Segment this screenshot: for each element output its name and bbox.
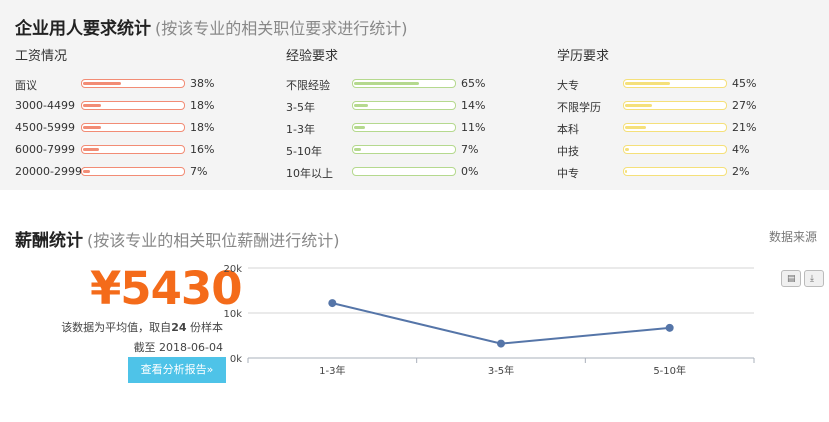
stat-bar-fill — [625, 126, 646, 129]
stats-column-education: 学历要求 大专 45% 不限学历 27% 本科 21% 中技 4% 中专 2% — [557, 48, 807, 183]
stat-label: 20000-29999 — [15, 165, 89, 178]
stat-bar — [623, 123, 727, 132]
stat-label: 本科 — [557, 123, 579, 136]
stat-row: 5-10年 7% — [286, 139, 536, 161]
stat-bar-fill — [83, 170, 90, 173]
stat-bar-fill — [625, 104, 652, 107]
stat-bar — [352, 145, 456, 154]
stat-bar — [352, 123, 456, 132]
x-tick-label: 1-3年 — [319, 364, 345, 377]
stat-bar — [81, 167, 185, 176]
stat-label: 3000-4499 — [15, 99, 75, 112]
stat-row: 6000-7999 16% — [15, 139, 265, 161]
stat-row: 不限学历 27% — [557, 95, 807, 117]
page-title: 企业用人要求统计 (按该专业的相关职位要求进行统计) — [15, 14, 408, 39]
stat-percent: 14% — [461, 99, 486, 112]
stat-label: 6000-7999 — [15, 143, 75, 156]
salary-panel: 薪酬统计 (按该专业的相关职位薪酬进行统计) 数据来源 ¥5430 该数据为平均值… — [0, 212, 829, 422]
stat-percent: 0% — [461, 165, 479, 178]
stat-percent: 2% — [732, 165, 750, 178]
stat-bar — [352, 79, 456, 88]
stat-row: 不限经验 65% — [286, 73, 536, 95]
stat-bar — [352, 101, 456, 110]
stat-row: 中技 4% — [557, 139, 807, 161]
stat-label: 中技 — [557, 145, 579, 158]
y-tick-label: 0k — [230, 354, 242, 365]
y-tick-label: 20k — [223, 264, 242, 275]
stat-label: 5-10年 — [286, 145, 322, 158]
stat-label: 3-5年 — [286, 101, 315, 114]
stat-label: 不限经验 — [286, 79, 330, 92]
column-heading: 工资情况 — [15, 49, 68, 64]
stat-bar-fill — [625, 82, 670, 85]
series-line — [332, 302, 670, 345]
stat-percent: 18% — [190, 121, 215, 134]
data-point — [497, 339, 505, 348]
stat-label: 1-3年 — [286, 123, 315, 136]
stat-row: 20000-29999 7% — [15, 161, 265, 183]
stat-bar-fill — [354, 104, 368, 107]
stat-bar-fill — [83, 82, 121, 85]
stat-label: 中专 — [557, 167, 579, 180]
stat-bar-fill — [625, 170, 627, 173]
stats-column-salary: 工资情况 面议 38% 3000-4499 18% 4500-5999 18% 600… — [15, 48, 265, 183]
stat-bar — [623, 101, 727, 110]
column-heading: 经验要求 — [286, 49, 339, 64]
stat-bar-fill — [354, 82, 419, 85]
stat-row: 3-5年 14% — [286, 95, 536, 117]
stat-bar — [623, 145, 727, 154]
stat-label: 4500-5999 — [15, 121, 75, 134]
stat-label: 大专 — [557, 79, 579, 92]
stat-row: 中专 2% — [557, 161, 807, 183]
stat-row: 1-3年 11% — [286, 117, 536, 139]
stat-percent: 16% — [190, 143, 215, 156]
data-point — [328, 299, 337, 308]
stat-percent: 4% — [732, 143, 750, 156]
stat-percent: 38% — [190, 77, 215, 90]
salary-line-chart: 0k 10k 20k 1-3年 3-5年 5-10年 — [223, 264, 755, 377]
column-heading: 学历要求 — [557, 49, 610, 64]
stat-bar — [623, 167, 727, 176]
stat-percent: 27% — [732, 99, 757, 112]
stat-percent: 65% — [461, 77, 486, 90]
stat-bar — [81, 123, 185, 132]
stat-percent: 7% — [461, 143, 479, 156]
stat-bar-fill — [625, 148, 629, 151]
stat-bar — [352, 167, 456, 176]
stat-row: 大专 45% — [557, 73, 807, 95]
stat-percent: 7% — [190, 165, 208, 178]
data-point — [665, 323, 674, 332]
requirements-panel: 企业用人要求统计 (按该专业的相关职位要求进行统计) 工资情况 面议 38% 300… — [0, 0, 829, 190]
stat-label: 面议 — [15, 79, 37, 92]
stat-bar-fill — [83, 126, 101, 129]
stat-row: 4500-5999 18% — [15, 117, 265, 139]
y-tick-label: 10k — [223, 309, 242, 320]
stat-bar — [81, 79, 185, 88]
stat-percent: 21% — [732, 121, 757, 134]
x-tick-label: 3-5年 — [488, 364, 514, 377]
stat-bar — [81, 145, 185, 154]
title-subtitle: (按该专业的相关职位要求进行统计) — [155, 19, 408, 38]
stats-column-experience: 经验要求 不限经验 65% 3-5年 14% 1-3年 11% 5-10年 7% 10年… — [286, 48, 536, 183]
x-tick-label: 5-10年 — [653, 364, 686, 377]
stat-bar — [623, 79, 727, 88]
stat-label: 不限学历 — [557, 101, 601, 114]
stat-bar-fill — [83, 148, 99, 151]
stat-row: 本科 21% — [557, 117, 807, 139]
stat-percent: 18% — [190, 99, 215, 112]
title-text: 企业用人要求统计 — [15, 19, 151, 39]
stat-row: 3000-4499 18% — [15, 95, 265, 117]
stat-percent: 45% — [732, 77, 757, 90]
stat-label: 10年以上 — [286, 167, 333, 180]
stat-row: 10年以上 0% — [286, 161, 536, 183]
stat-bar-fill — [354, 126, 365, 129]
stat-row: 面议 38% — [15, 73, 265, 95]
stat-percent: 11% — [461, 121, 486, 134]
stat-bar-fill — [354, 148, 361, 151]
stat-bar — [81, 101, 185, 110]
stat-bar-fill — [83, 104, 101, 107]
